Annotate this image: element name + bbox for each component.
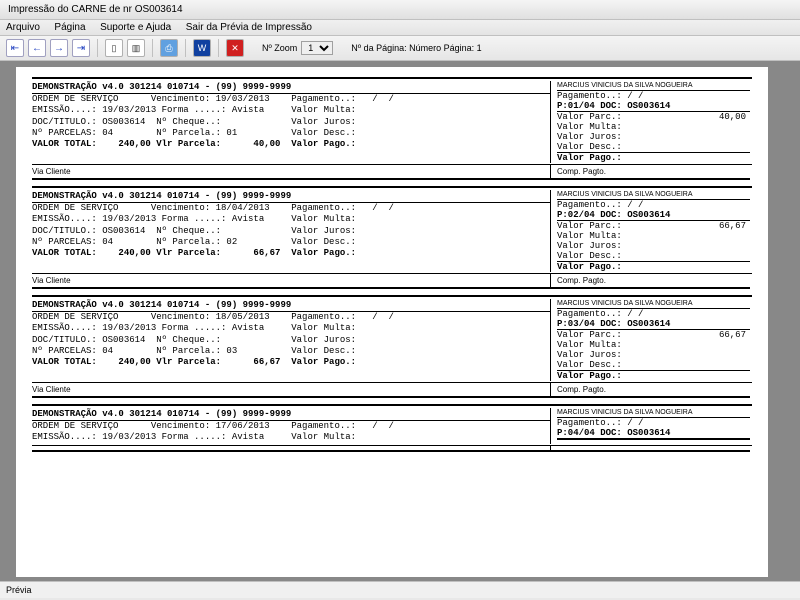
r-pago: Valor Pago.: [557, 371, 750, 381]
r-juros: Valor Juros: [557, 241, 750, 251]
stub-line-2: EMISSÃO....: 19/03/2013 Forma .....: Avi… [32, 214, 550, 225]
stub-line-4: Nº PARCELAS: 04 Nº Parcela.: 01 Valor De… [32, 128, 550, 139]
stub-line-1: ORDEM DE SERVIÇO Vencimento: 19/03/2013 … [32, 94, 550, 105]
stub-line-4: Nº PARCELAS: 04 Nº Parcela.: 02 Valor De… [32, 237, 550, 248]
r-desc: Valor Desc.: [557, 360, 750, 371]
r-doc: P:04/04 DOC: OS003614 [557, 428, 750, 439]
first-page-icon[interactable]: ⇤ [6, 39, 24, 57]
comp-pagto [550, 446, 750, 452]
r-pago: Valor Pago.: [557, 262, 750, 272]
print-page: DEMONSTRAÇÃO v4.0 301214 010714 - (99) 9… [16, 67, 768, 577]
prev-page-icon[interactable]: ← [28, 39, 46, 57]
r-juros: Valor Juros: [557, 132, 750, 142]
payment-stub: DEMONSTRAÇÃO v4.0 301214 010714 - (99) 9… [32, 404, 752, 452]
r-doc: P:02/04 DOC: OS003614 [557, 210, 750, 221]
single-page-icon[interactable]: ▯ [105, 39, 123, 57]
r-doc: P:03/04 DOC: OS003614 [557, 319, 750, 330]
via-cliente [32, 446, 550, 452]
payment-stub: DEMONSTRAÇÃO v4.0 301214 010714 - (99) 9… [32, 77, 752, 180]
r-parc-value: 40,00 [719, 112, 746, 122]
demo-header: DEMONSTRAÇÃO v4.0 301214 010714 - (99) 9… [32, 81, 550, 94]
payment-stub: DEMONSTRAÇÃO v4.0 301214 010714 - (99) 9… [32, 186, 752, 289]
via-cliente: Via Cliente [32, 165, 550, 180]
r-desc: Valor Desc.: [557, 142, 750, 153]
stub-line-2: EMISSÃO....: 19/03/2013 Forma .....: Avi… [32, 432, 550, 443]
last-page-icon[interactable]: ⇥ [72, 39, 90, 57]
word-export-icon[interactable]: W [193, 39, 211, 57]
stub-line-total: VALOR TOTAL: 240,00 Vlr Parcela: 66,67 V… [32, 248, 550, 259]
stub-line-3: DOC/TITULO.: OS003614 Nº Cheque..: Valor… [32, 226, 550, 237]
comp-pagto: Comp. Pagto. [550, 383, 750, 398]
customer-name: MARCIUS VINICIUS DA SILVA NOGUEIRA [557, 81, 750, 91]
status-bar: Prévia [0, 581, 800, 598]
menu-arquivo[interactable]: Arquivo [6, 22, 40, 33]
next-page-icon[interactable]: → [50, 39, 68, 57]
customer-name: MARCIUS VINICIUS DA SILVA NOGUEIRA [557, 408, 750, 418]
comp-pagto: Comp. Pagto. [550, 274, 750, 289]
stub-line-1: ORDEM DE SERVIÇO Vencimento: 17/06/2013 … [32, 421, 550, 432]
window-title: Impressão do CARNE de nr OS003614 [0, 0, 800, 20]
r-doc: P:01/04 DOC: OS003614 [557, 101, 750, 112]
customer-name: MARCIUS VINICIUS DA SILVA NOGUEIRA [557, 299, 750, 309]
r-parc-value: 66,67 [719, 221, 746, 231]
stub-line-total: VALOR TOTAL: 240,00 Vlr Parcela: 40,00 V… [32, 139, 550, 150]
r-pago: Valor Pago.: [557, 153, 750, 163]
stub-line-2: EMISSÃO....: 19/03/2013 Forma .....: Avi… [32, 323, 550, 334]
r-juros: Valor Juros: [557, 350, 750, 360]
tool-bar: ⇤ ← → ⇥ ▯ ▥ ⎙ W ✕ Nº Zoom 1 Nº da Página… [0, 36, 800, 61]
comp-pagto: Comp. Pagto. [550, 165, 750, 180]
stub-line-3: DOC/TITULO.: OS003614 Nº Cheque..: Valor… [32, 117, 550, 128]
zoom-select[interactable]: 1 [301, 41, 333, 55]
demo-header: DEMONSTRAÇÃO v4.0 301214 010714 - (99) 9… [32, 190, 550, 203]
r-multa: Valor Multa: [557, 231, 750, 241]
r-pagamento: Pagamento..: / / [557, 309, 750, 319]
via-cliente: Via Cliente [32, 274, 550, 289]
r-parc-label: Valor Parc.: [557, 112, 622, 122]
stub-line-2: EMISSÃO....: 19/03/2013 Forma .....: Avi… [32, 105, 550, 116]
menu-bar: Arquivo Página Suporte e Ajuda Sair da P… [0, 20, 800, 36]
r-parc-label: Valor Parc.: [557, 221, 622, 231]
customer-name: MARCIUS VINICIUS DA SILVA NOGUEIRA [557, 190, 750, 200]
stub-line-3: DOC/TITULO.: OS003614 Nº Cheque..: Valor… [32, 335, 550, 346]
stub-line-1: ORDEM DE SERVIÇO Vencimento: 18/04/2013 … [32, 203, 550, 214]
stub-line-4: Nº PARCELAS: 04 Nº Parcela.: 03 Valor De… [32, 346, 550, 357]
print-icon[interactable]: ⎙ [160, 39, 178, 57]
r-multa: Valor Multa: [557, 122, 750, 132]
stub-line-total: VALOR TOTAL: 240,00 Vlr Parcela: 66,67 V… [32, 357, 550, 368]
menu-suporte[interactable]: Suporte e Ajuda [100, 22, 171, 33]
payment-stub: DEMONSTRAÇÃO v4.0 301214 010714 - (99) 9… [32, 295, 752, 398]
r-desc: Valor Desc.: [557, 251, 750, 262]
r-parc-label: Valor Parc.: [557, 330, 622, 340]
r-multa: Valor Multa: [557, 340, 750, 350]
zoom-label: Nº Zoom [262, 43, 297, 53]
stub-line-1: ORDEM DE SERVIÇO Vencimento: 18/05/2013 … [32, 312, 550, 323]
menu-sair[interactable]: Sair da Prévia de Impressão [186, 22, 312, 33]
via-cliente: Via Cliente [32, 383, 550, 398]
preview-area: DEMONSTRAÇÃO v4.0 301214 010714 - (99) 9… [0, 61, 800, 581]
menu-pagina[interactable]: Página [54, 22, 85, 33]
r-parc-value: 66,67 [719, 330, 746, 340]
close-preview-icon[interactable]: ✕ [226, 39, 244, 57]
demo-header: DEMONSTRAÇÃO v4.0 301214 010714 - (99) 9… [32, 299, 550, 312]
page-number-label: Nº da Página: Número Página: 1 [351, 43, 481, 53]
r-desc [557, 439, 750, 440]
r-pagamento: Pagamento..: / / [557, 418, 750, 428]
r-pagamento: Pagamento..: / / [557, 91, 750, 101]
r-pagamento: Pagamento..: / / [557, 200, 750, 210]
demo-header: DEMONSTRAÇÃO v4.0 301214 010714 - (99) 9… [32, 408, 550, 421]
multi-page-icon[interactable]: ▥ [127, 39, 145, 57]
